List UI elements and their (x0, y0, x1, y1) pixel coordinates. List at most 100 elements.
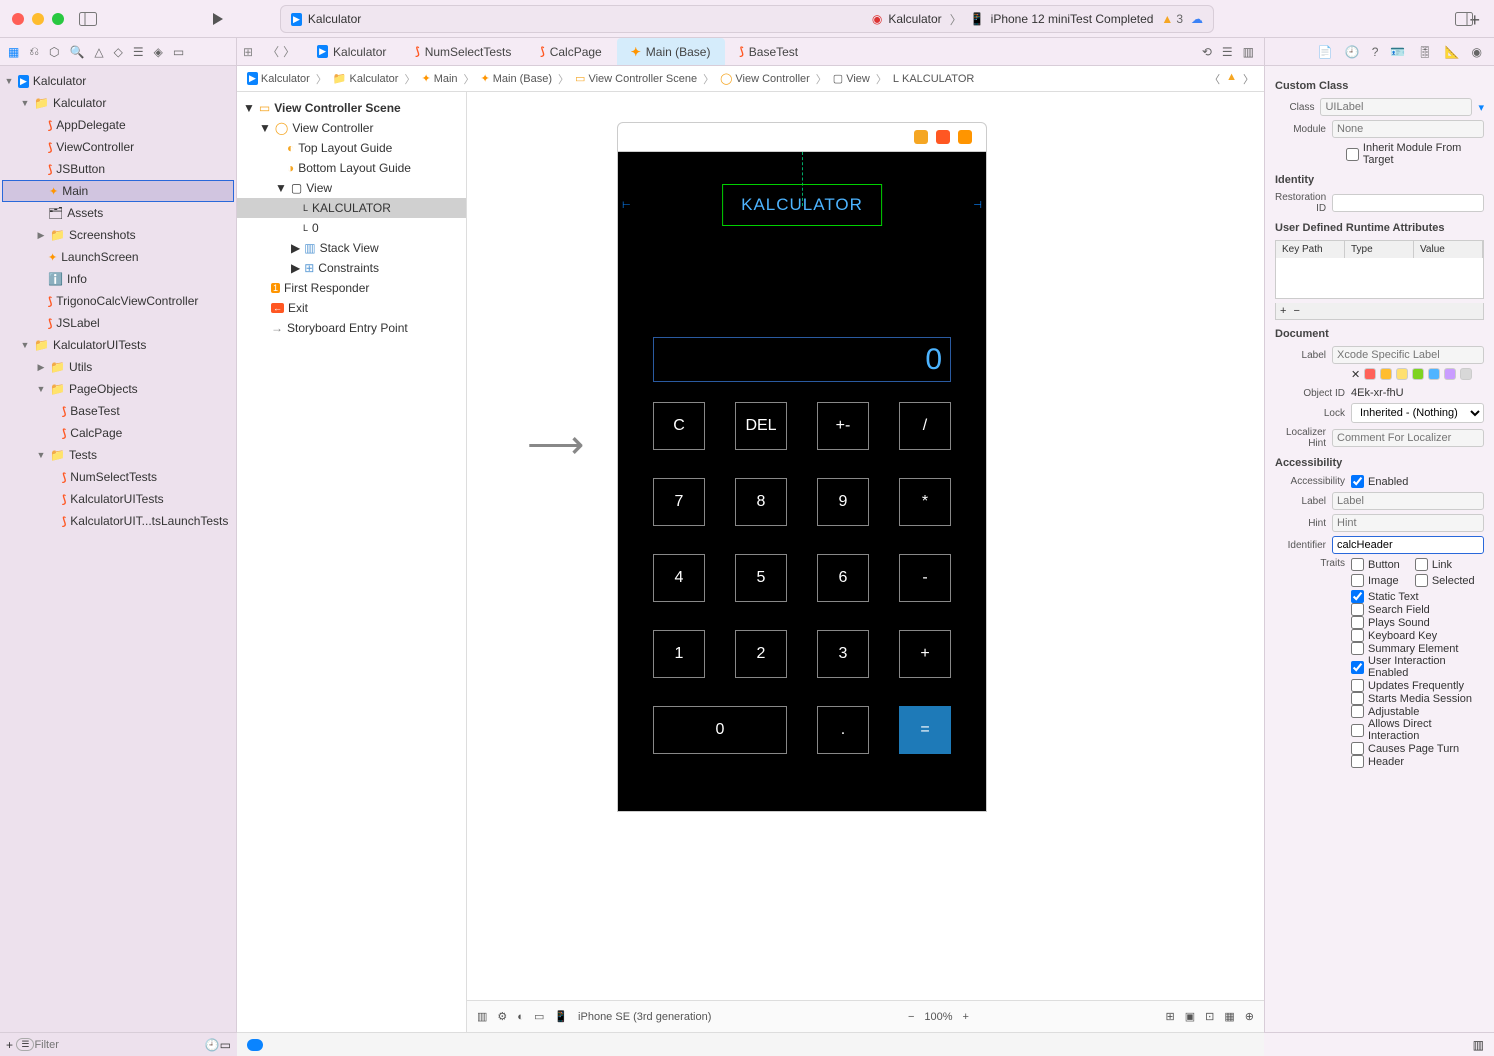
file-numselect[interactable]: ⟆NumSelectTests (0, 466, 236, 488)
orientation-icon[interactable]: ▭ (534, 1010, 544, 1023)
outline-scene[interactable]: ▼▭View Controller Scene (237, 98, 466, 118)
debug-navigator-icon[interactable]: ☰ (133, 45, 144, 59)
align-icon[interactable]: ⊞ (1166, 1010, 1175, 1023)
file-kalcuitests[interactable]: ⟆KalculatorUITests (0, 488, 236, 510)
size-inspector-icon[interactable]: 📐 (1445, 45, 1460, 59)
symbol-navigator-icon[interactable]: ⬡ (49, 45, 59, 59)
file-launchtests[interactable]: ⟆KalculatorUIT...tsLaunchTests (0, 510, 236, 532)
key-multiply[interactable]: * (899, 478, 951, 526)
outline-top-guide[interactable]: ◐Top Layout Guide (237, 138, 466, 158)
trait-header[interactable]: Header (1351, 755, 1484, 768)
issue-navigator-icon[interactable]: △ (94, 45, 103, 59)
trait-image[interactable]: Image (1351, 574, 1415, 587)
inherit-checkbox[interactable] (1346, 148, 1359, 161)
trait-keyboard-key[interactable]: Keyboard Key (1351, 629, 1484, 642)
group-kalculator[interactable]: ▼📁Kalculator (0, 92, 236, 114)
zoom-level[interactable]: 100% (924, 1011, 952, 1023)
debug-indicator[interactable] (247, 1039, 263, 1051)
file-launchscreen[interactable]: ✦LaunchScreen (0, 246, 236, 268)
group-tests[interactable]: ▼📁Tests (0, 444, 236, 466)
vc-icon[interactable] (914, 130, 928, 144)
help-inspector-icon[interactable]: ? (1372, 45, 1379, 59)
acc-hint-field[interactable] (1332, 514, 1484, 532)
key-7[interactable]: 7 (653, 478, 705, 526)
key-5[interactable]: 5 (735, 554, 787, 602)
tab-numselecttests[interactable]: ⟆NumSelectTests (401, 38, 526, 65)
key-8[interactable]: 8 (735, 478, 787, 526)
file-trigono[interactable]: ⟆TrigonoCalcViewController (0, 290, 236, 312)
related-items-icon[interactable]: ⊞ (243, 45, 253, 59)
file-main[interactable]: ✦Main (2, 180, 234, 202)
acc-label-field[interactable] (1332, 492, 1484, 510)
trait-causes-page-turn[interactable]: Causes Page Turn (1351, 742, 1484, 755)
tab-kalculator[interactable]: ▶Kalculator (303, 38, 401, 65)
filter-scope-icon[interactable]: ☰ (16, 1038, 34, 1051)
toggle-sidebar-icon[interactable] (78, 9, 98, 29)
file-assets[interactable]: 🗂Assets (0, 202, 236, 224)
issue-icon[interactable]: ▲ (1226, 71, 1237, 87)
color-orange[interactable] (1380, 368, 1392, 380)
kalculator-label[interactable]: KALCULATOR (722, 184, 882, 226)
library-icon[interactable]: ⊕ (1245, 1010, 1254, 1023)
device-label[interactable]: iPhone SE (3rd generation) (578, 1011, 711, 1023)
find-navigator-icon[interactable]: 🔍 (69, 45, 84, 59)
lock-select[interactable]: Inherited - (Nothing) (1351, 403, 1484, 423)
trait-updates-frequently[interactable]: Updates Frequently (1351, 679, 1484, 692)
acc-identifier-field[interactable] (1332, 536, 1484, 554)
close-window[interactable] (12, 13, 24, 25)
accessibility-enabled-checkbox[interactable] (1351, 475, 1364, 488)
first-responder-icon[interactable] (936, 130, 950, 144)
key-2[interactable]: 2 (735, 630, 787, 678)
toggle-inspector-icon[interactable] (1454, 9, 1474, 29)
group-utils[interactable]: ▶📁Utils (0, 356, 236, 378)
outline-bottom-guide[interactable]: ◑Bottom Layout Guide (237, 158, 466, 178)
toggle-outline-icon[interactable]: ▥ (477, 1010, 487, 1023)
tab-basetest[interactable]: ⟆BaseTest (725, 38, 813, 65)
add-button[interactable]: + (6, 1038, 13, 1052)
tab-main[interactable]: ✦Main (Base) (617, 38, 726, 65)
appearance-icon[interactable]: ◐ (517, 1011, 524, 1023)
project-navigator-icon[interactable]: ▦ (8, 45, 19, 59)
history-inspector-icon[interactable]: 🕘 (1345, 45, 1360, 59)
cloud-status-icon[interactable]: ☁︎ (1191, 12, 1203, 26)
outline-constraints[interactable]: ▶⊞Constraints (237, 258, 466, 278)
minimize-window[interactable] (32, 13, 44, 25)
group-pageobjects[interactable]: ▼📁PageObjects (0, 378, 236, 400)
key-0[interactable]: 0 (653, 706, 787, 754)
zoom-window[interactable] (52, 13, 64, 25)
group-screenshots[interactable]: ▶📁Screenshots (0, 224, 236, 246)
navigator-filter-input[interactable] (34, 1039, 204, 1051)
nav-back-icon[interactable]: 〈 (267, 43, 279, 60)
add-editor-icon[interactable]: ▥ (1243, 45, 1254, 59)
outline-zero-label[interactable]: L0 (237, 218, 466, 238)
trait-user-interaction-enabled[interactable]: User Interaction Enabled (1351, 655, 1484, 679)
trait-starts-media-session[interactable]: Starts Media Session (1351, 692, 1484, 705)
warnings-badge[interactable]: ▲3 (1161, 12, 1183, 26)
attributes-inspector-icon[interactable]: 🎚 (1417, 45, 1432, 59)
outline-exit[interactable]: ←Exit (237, 298, 466, 318)
outline-first-responder[interactable]: 1First Responder (237, 278, 466, 298)
scheme-selector[interactable]: ◉ Kalculator 〉 📱 iPhone 12 mini (872, 11, 1070, 28)
outline-kalculator-label[interactable]: LKALCULATOR (237, 198, 466, 218)
key-plus[interactable]: + (899, 630, 951, 678)
file-jsbutton[interactable]: ⟆JSButton (0, 158, 236, 180)
trait-selected[interactable]: Selected (1415, 574, 1479, 587)
report-navigator-icon[interactable]: ▭ (173, 45, 184, 59)
embed-icon[interactable]: ▦ (1224, 1010, 1234, 1023)
file-basetest[interactable]: ⟆BaseTest (0, 400, 236, 422)
color-gray[interactable] (1460, 368, 1472, 380)
key-del[interactable]: DEL (735, 402, 787, 450)
add-attr-button[interactable]: + (1280, 305, 1286, 317)
scm-filter-icon[interactable]: ▭ (220, 1038, 231, 1052)
outline-view[interactable]: ▼▢View (237, 178, 466, 198)
trait-summary-element[interactable]: Summary Element (1351, 642, 1484, 655)
key-equals[interactable]: = (899, 706, 951, 754)
key-1[interactable]: 1 (653, 630, 705, 678)
device-icon[interactable]: 📱 (554, 1010, 568, 1023)
class-field[interactable] (1320, 98, 1472, 116)
next-issue-icon[interactable]: 〉 (1243, 71, 1254, 87)
test-navigator-icon[interactable]: ◇ (114, 45, 123, 59)
doc-label-field[interactable] (1332, 346, 1484, 364)
trait-plays-sound[interactable]: Plays Sound (1351, 616, 1484, 629)
outline-stack[interactable]: ▶▥Stack View (237, 238, 466, 258)
